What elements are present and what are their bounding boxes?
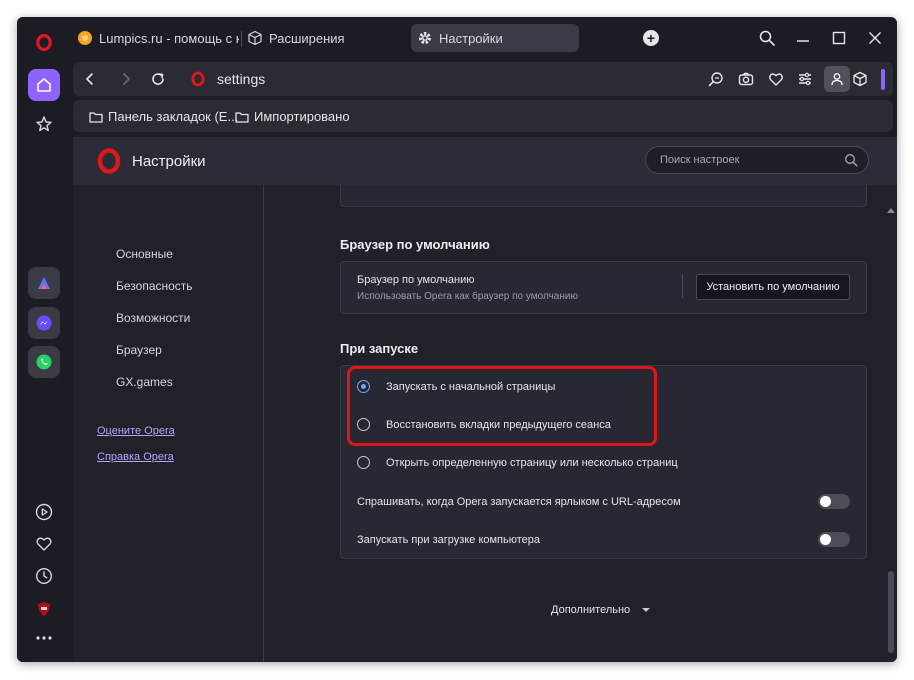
gear-icon — [417, 30, 433, 46]
close-icon[interactable] — [866, 29, 884, 47]
tab-label: Lumpics.ru - помощь с ко — [99, 30, 239, 46]
forward-icon[interactable] — [117, 70, 135, 88]
extensions-toolbar — [844, 62, 896, 96]
back-icon[interactable] — [81, 70, 99, 88]
camera-snapshot-icon[interactable] — [737, 70, 755, 88]
lumpics-favicon-icon — [77, 30, 93, 46]
default-browser-card: Браузер по умолчанию Использовать Opera … — [340, 261, 867, 314]
tab-label: Расширения — [269, 30, 345, 46]
default-browser-subtitle: Использовать Opera как браузер по умолча… — [357, 291, 578, 302]
bookmark-label: Импортировано — [254, 109, 350, 124]
tab-strip: Lumpics.ru - помощь с ко Расширения Наст… — [73, 17, 897, 59]
aria-icon[interactable] — [28, 267, 60, 299]
nav-item-security[interactable]: Безопасность — [116, 279, 193, 293]
bookmarks-bar: Панель закладок (E... Импортировано — [73, 100, 893, 132]
maximize-icon[interactable] — [830, 29, 848, 47]
nav-item-basic[interactable]: Основные — [116, 247, 173, 261]
player-icon[interactable] — [28, 496, 60, 528]
scroll-thumb[interactable] — [888, 571, 894, 653]
startup-option-specific-pages[interactable]: Открыть определенную страницу или нескол… — [357, 456, 678, 469]
settings-header: Настройки Поиск настроек — [73, 137, 897, 185]
cube-icon — [247, 30, 263, 46]
ask-on-url-shortcut-toggle[interactable] — [818, 494, 850, 509]
advanced-expander[interactable]: Дополнительно — [551, 604, 651, 616]
opera-help-link[interactable]: Справка Opera — [97, 451, 174, 463]
set-default-button[interactable]: Установить по умолчанию — [696, 274, 850, 300]
sidebar-rail — [17, 17, 69, 662]
opera-logo-icon — [97, 148, 121, 179]
settings-nav: Основные Безопасность Возможности Браузе… — [73, 185, 264, 662]
more-dots-icon[interactable] — [28, 622, 60, 654]
search-icon — [844, 153, 858, 172]
opera-menu-icon[interactable] — [36, 33, 52, 56]
highlight-annotation-box — [347, 366, 657, 446]
section-title-default-browser: Браузер по умолчанию — [340, 237, 490, 252]
heart-icon[interactable] — [28, 528, 60, 560]
whatsapp-icon[interactable] — [28, 346, 60, 378]
tab-search-icon[interactable] — [758, 29, 776, 47]
opera-site-icon — [189, 70, 207, 88]
sidebar-toggle-bar[interactable] — [881, 69, 885, 90]
advanced-label: Дополнительно — [551, 604, 631, 616]
previous-settings-card — [340, 185, 867, 207]
address-bar: settings — [73, 62, 893, 96]
tab-extensions[interactable]: Расширения — [247, 24, 397, 52]
tab-label: Настройки — [439, 30, 503, 46]
radio-button[interactable] — [357, 456, 370, 469]
minimize-icon[interactable] — [794, 29, 812, 47]
settings-search-input[interactable]: Поиск настроек — [645, 146, 869, 174]
page-search-icon[interactable] — [707, 70, 725, 88]
launch-at-startup-toggle[interactable] — [818, 532, 850, 547]
option-label: Открыть определенную страницу или нескол… — [386, 456, 678, 469]
tab-separator — [241, 31, 242, 47]
tab-lumpics[interactable]: Lumpics.ru - помощь с ко — [77, 24, 239, 52]
reload-icon[interactable] — [149, 70, 167, 88]
launch-at-startup-row: Запускать при загрузке компьютера — [357, 534, 540, 546]
heart-bookmark-icon[interactable] — [767, 70, 785, 88]
settings-content: Браузер по умолчанию Браузер по умолчани… — [265, 185, 885, 662]
toggle-label: Спрашивать, когда Opera запускается ярлы… — [357, 496, 681, 508]
folder-icon — [235, 111, 249, 123]
default-browser-title: Браузер по умолчанию — [357, 274, 475, 286]
ublock-shield-icon[interactable] — [28, 593, 60, 625]
search-placeholder: Поиск настроек — [660, 154, 740, 166]
page-title: Настройки — [132, 153, 206, 170]
bookmark-folder-bar[interactable]: Панель закладок (E... — [89, 109, 238, 124]
browser-window: Lumpics.ru - помощь с ко Расширения Наст… — [17, 17, 897, 662]
startup-card: Запускать с начальной страницы Восстанов… — [340, 365, 867, 559]
tab-settings[interactable]: Настройки — [411, 24, 579, 52]
card-divider — [682, 274, 683, 298]
home-icon[interactable] — [28, 69, 60, 101]
messenger-icon[interactable] — [28, 307, 60, 339]
rate-opera-link[interactable]: Оцените Opera — [97, 425, 175, 437]
nav-item-browser[interactable]: Браузер — [116, 343, 162, 357]
toggle-label: Запускать при загрузке компьютера — [357, 534, 541, 546]
settings-page: Настройки Поиск настроек Основные Безопа… — [73, 137, 897, 662]
history-clock-icon[interactable] — [28, 560, 60, 592]
bookmark-label: Панель закладок (E... — [108, 109, 239, 124]
nav-item-features[interactable]: Возможности — [116, 311, 190, 325]
easy-setup-sliders-icon[interactable] — [796, 70, 814, 88]
star-icon[interactable] — [28, 108, 60, 140]
chevron-down-icon — [642, 608, 651, 612]
address-input[interactable]: settings — [217, 71, 265, 87]
section-title-startup: При запуске — [340, 341, 419, 356]
new-tab-plus-icon[interactable]: + — [643, 30, 659, 46]
extensions-cube-icon[interactable] — [852, 71, 868, 92]
scrollbar[interactable] — [885, 185, 897, 662]
folder-icon — [89, 111, 103, 123]
nav-item-gxgames[interactable]: GX.games — [116, 375, 173, 389]
scroll-up-arrow-icon[interactable] — [887, 208, 895, 213]
ask-on-url-shortcut-row: Спрашивать, когда Opera запускается ярлы… — [357, 496, 681, 508]
bookmark-folder-imported[interactable]: Импортировано — [235, 109, 350, 124]
